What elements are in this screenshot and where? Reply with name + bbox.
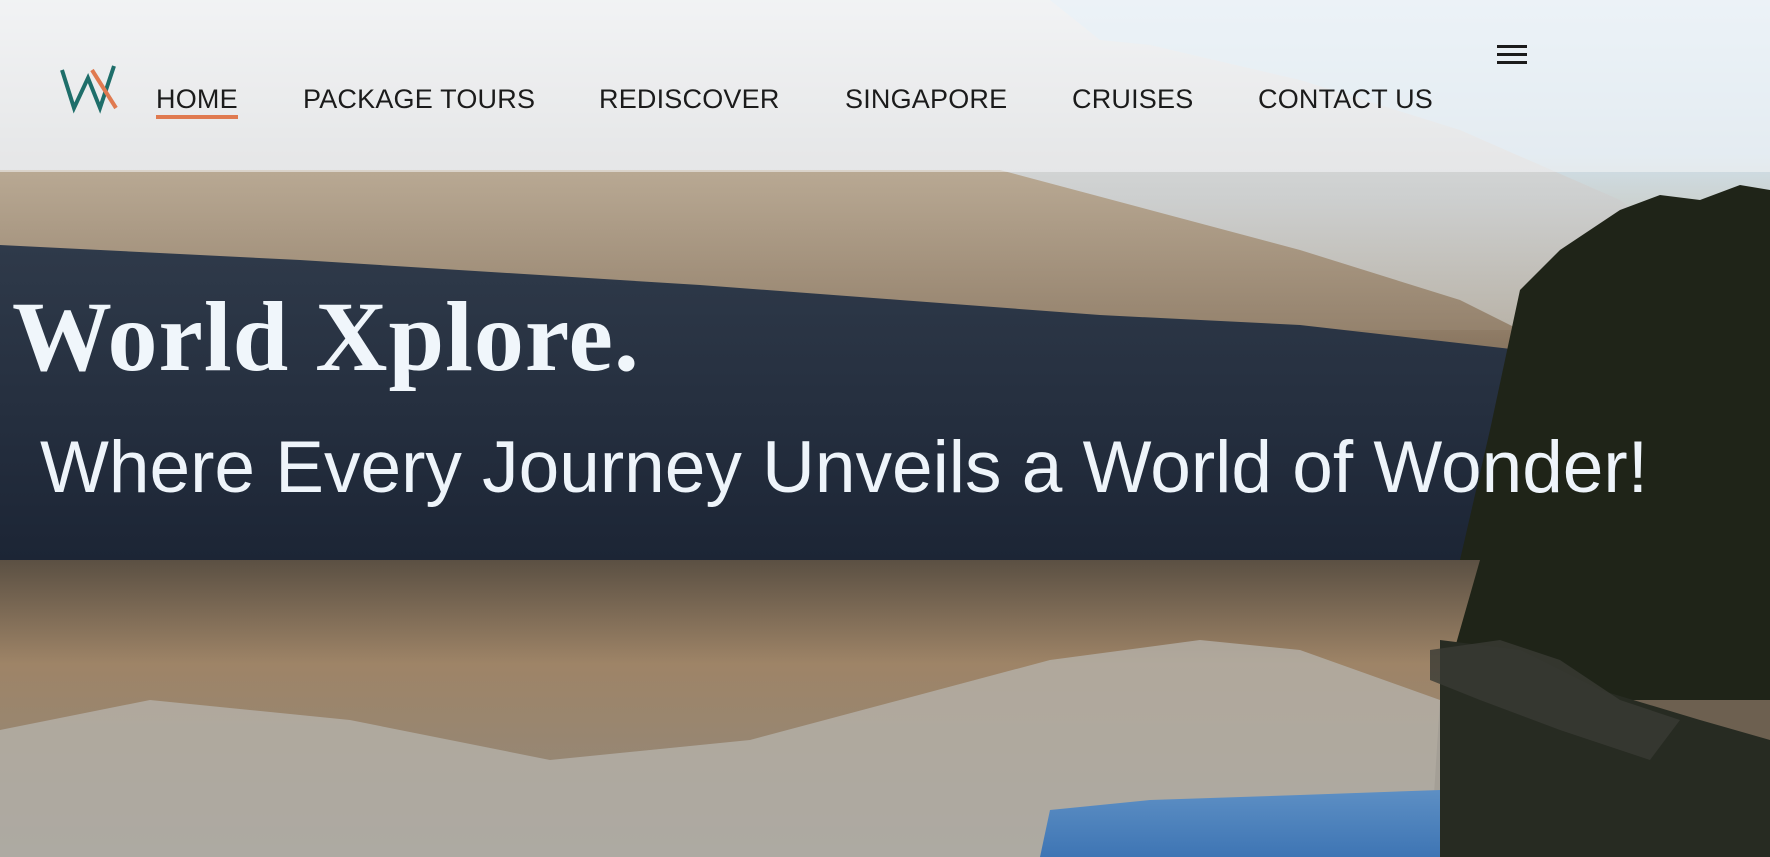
top-navigation-bar: HOME PACKAGE TOURS REDISCOVER SINGAPORE … [0, 0, 1770, 172]
nav-cruises-link[interactable]: CRUISES [1072, 84, 1193, 115]
nav-singapore-link[interactable]: SINGAPORE [845, 84, 1007, 115]
nav-package-tours-link[interactable]: PACKAGE TOURS [303, 84, 535, 115]
nav-contact-us-link[interactable]: CONTACT US [1258, 84, 1433, 115]
nav-home-link[interactable]: HOME [156, 84, 238, 119]
hero-title: World Xplore. [12, 281, 640, 392]
wx-logo-icon[interactable] [58, 64, 122, 114]
nav-rediscover-link[interactable]: REDISCOVER [599, 84, 780, 115]
hero-section: HOME PACKAGE TOURS REDISCOVER SINGAPORE … [0, 0, 1770, 857]
hamburger-menu-icon[interactable] [1497, 40, 1527, 72]
hero-subtitle: Where Every Journey Unveils a World of W… [40, 427, 1648, 508]
